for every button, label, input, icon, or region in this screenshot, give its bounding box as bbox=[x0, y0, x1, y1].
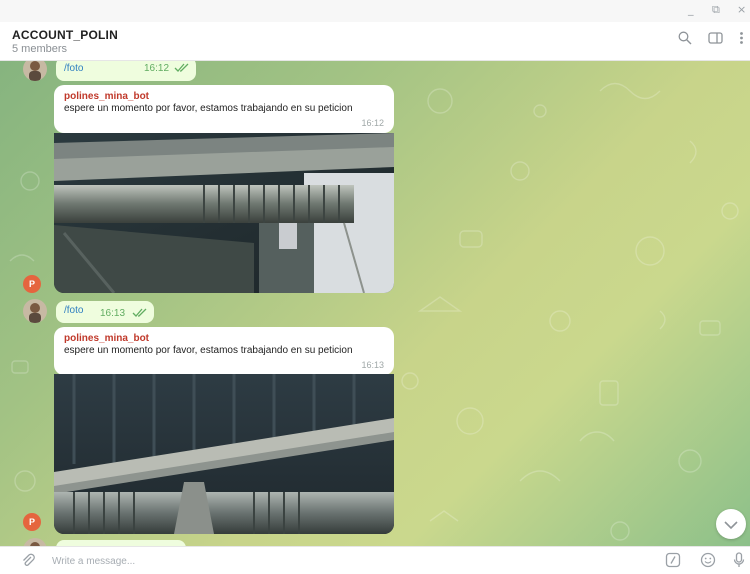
message-text[interactable]: espere un momento por favor, estamos tra… bbox=[64, 103, 369, 115]
attach-icon[interactable] bbox=[20, 552, 36, 573]
incoming-message[interactable]: polines_mina_bot espere un momento por f… bbox=[54, 85, 394, 133]
user-avatar[interactable] bbox=[23, 299, 47, 323]
message-time: 16:12 bbox=[144, 63, 170, 74]
search-icon[interactable] bbox=[678, 31, 692, 50]
minimize-button[interactable]: _ bbox=[688, 3, 694, 16]
message-photo[interactable] bbox=[54, 374, 394, 534]
read-checkmarks-icon bbox=[132, 308, 148, 321]
message-composer bbox=[0, 546, 750, 574]
message-text[interactable]: /foto bbox=[64, 305, 83, 316]
message-time: 16:12 bbox=[361, 118, 384, 128]
sidebar-toggle-icon[interactable] bbox=[708, 31, 723, 50]
close-window-button[interactable]: × bbox=[737, 3, 746, 16]
chat-title: ACCOUNT_POLIN bbox=[12, 28, 118, 42]
message-time: 16:13 bbox=[361, 360, 384, 370]
chat-header[interactable]: ACCOUNT_POLIN 5 members bbox=[0, 22, 750, 61]
scroll-to-bottom-button[interactable] bbox=[716, 509, 746, 539]
member-count: 5 members bbox=[12, 43, 68, 55]
outgoing-message[interactable]: /foto 16:12 bbox=[56, 61, 196, 81]
bot-avatar[interactable]: P bbox=[23, 513, 41, 531]
sender-name[interactable]: polines_mina_bot bbox=[64, 333, 149, 344]
restore-button[interactable]: ⧉ bbox=[712, 3, 720, 17]
message-text[interactable]: espere un momento por favor, estamos tra… bbox=[64, 345, 369, 357]
message-time: 16:13 bbox=[100, 308, 126, 319]
sender-name[interactable]: polines_mina_bot bbox=[64, 91, 149, 102]
chevron-down-icon bbox=[723, 518, 739, 536]
microphone-icon[interactable] bbox=[733, 552, 745, 573]
message-text[interactable]: /foto bbox=[64, 63, 83, 74]
conveyor-photo-image bbox=[54, 133, 394, 293]
conveyor-photo-image bbox=[54, 374, 394, 534]
outgoing-message[interactable]: /foto 16:13 bbox=[56, 301, 154, 323]
incoming-message[interactable]: polines_mina_bot espere un momento por f… bbox=[54, 327, 394, 375]
message-input[interactable] bbox=[50, 550, 614, 572]
bot-avatar[interactable]: P bbox=[23, 275, 41, 293]
read-checkmarks-icon bbox=[174, 63, 190, 76]
emoji-icon[interactable] bbox=[700, 552, 716, 573]
message-list[interactable]: /foto 16:12 polines_mina_bot espere un m… bbox=[0, 61, 750, 546]
bot-commands-icon[interactable] bbox=[665, 552, 681, 573]
window-titlebar: _ ⧉ × bbox=[0, 0, 750, 22]
more-vertical-icon[interactable] bbox=[739, 31, 744, 50]
message-photo[interactable] bbox=[54, 133, 394, 293]
